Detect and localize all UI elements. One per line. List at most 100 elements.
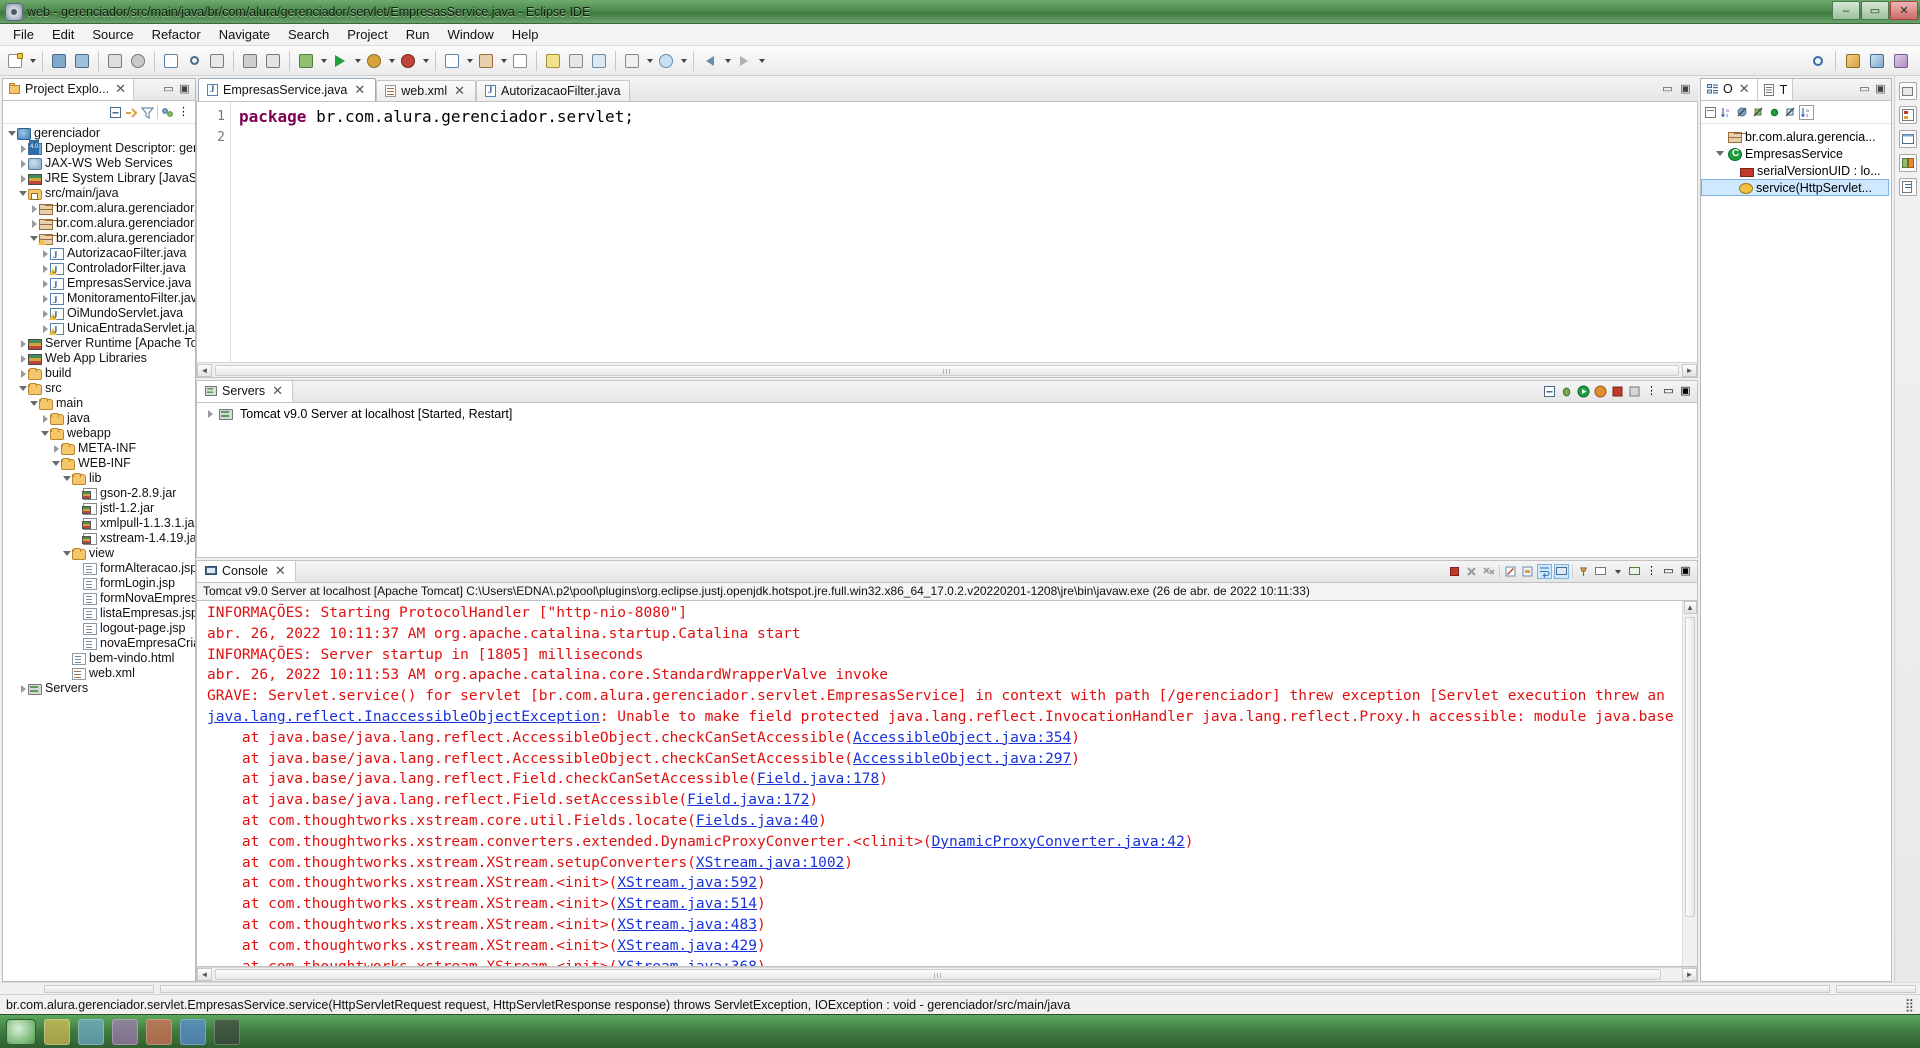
twisty-collapsed-icon[interactable] <box>18 340 28 348</box>
snippets-shortcut-icon[interactable] <box>1898 178 1917 196</box>
twisty-expanded-icon[interactable] <box>18 386 28 391</box>
taskbar-item-terminal[interactable] <box>214 1018 240 1045</box>
tab-project-explorer[interactable]: Project Explo... ✕ <box>3 79 134 100</box>
servers-start-icon[interactable] <box>1577 385 1590 398</box>
tab-task-list[interactable]: T <box>1757 79 1794 100</box>
twisty-collapsed-icon[interactable] <box>205 410 215 418</box>
maximize-icon[interactable]: ▣ <box>178 83 191 96</box>
terminate-icon[interactable] <box>1448 565 1461 578</box>
tree-item[interactable]: META-INF <box>3 441 195 456</box>
right-mini-scroll-thumb[interactable] <box>1836 984 1916 993</box>
twisty-expanded-icon[interactable] <box>1715 151 1725 156</box>
show-console-on-output-icon[interactable] <box>1554 564 1569 579</box>
editor-horizontal-scrollbar[interactable]: ◄ ► <box>197 362 1697 377</box>
open-type-icon[interactable] <box>160 50 182 72</box>
profile-dropdown-icon[interactable] <box>420 50 430 72</box>
menu-help[interactable]: Help <box>503 25 548 44</box>
menu-edit[interactable]: Edit <box>43 25 83 44</box>
twisty-collapsed-icon[interactable] <box>40 280 50 288</box>
build-icon[interactable] <box>127 50 149 72</box>
tree-item[interactable]: view <box>3 546 195 561</box>
search-icon[interactable] <box>183 50 205 72</box>
status-resize-grip-icon[interactable]: ⣿ <box>1905 997 1914 1012</box>
console-close-icon[interactable]: ✕ <box>273 563 288 579</box>
console-view-menu-icon[interactable]: ⋮ <box>1645 565 1658 578</box>
console-stack-link[interactable]: XStream.java:592 <box>617 875 757 891</box>
java-editor[interactable]: 12 package br.com.alura.gerenciador.serv… <box>196 102 1698 378</box>
console-dropdown-icon[interactable] <box>1611 565 1624 578</box>
console-stack-link[interactable]: Field.java:172 <box>687 792 809 808</box>
left-mini-scroll-thumb[interactable] <box>44 984 154 993</box>
tree-item[interactable]: EmpresasService.java <box>3 276 195 293</box>
tree-item[interactable]: novaEmpresaCriada.jsp <box>3 636 195 651</box>
clear-console-icon[interactable] <box>1504 565 1517 578</box>
editor-tab[interactable]: EmpresasService.java ✕ <box>198 78 377 101</box>
debug-icon[interactable] <box>295 50 317 72</box>
twisty-collapsed-icon[interactable] <box>18 160 28 168</box>
twisty-expanded-icon[interactable] <box>7 131 17 136</box>
working-sets-icon[interactable] <box>161 106 174 119</box>
hide-fields-icon[interactable] <box>1736 106 1749 119</box>
servers-publish-icon[interactable] <box>1628 385 1641 398</box>
taskbar-item-eclipse[interactable] <box>112 1018 138 1045</box>
console-stack-link[interactable]: java.lang.reflect.InaccessibleObjectExce… <box>207 709 600 725</box>
toggle-block-selection-icon[interactable] <box>588 50 610 72</box>
twisty-expanded-icon[interactable] <box>51 461 61 466</box>
console-output-area[interactable]: INFORMAÇÕES: Starting ProtocolHandler ["… <box>196 601 1698 967</box>
run-dropdown-icon[interactable] <box>352 50 362 72</box>
console-stack-link[interactable]: AccessibleObject.java:297 <box>853 751 1071 767</box>
tree-item[interactable]: web.xml <box>3 666 195 681</box>
new-icon[interactable] <box>4 50 26 72</box>
center-mini-scroll-thumb[interactable] <box>160 984 1830 993</box>
tree-item[interactable]: lib <box>3 471 195 486</box>
open-task-dropdown-icon[interactable] <box>644 50 654 72</box>
view-menu-filter-icon[interactable] <box>141 106 154 119</box>
activate-task-icon[interactable] <box>655 50 677 72</box>
open-console-icon[interactable] <box>1628 565 1641 578</box>
editor-hscroll-thumb[interactable] <box>215 364 1679 376</box>
forward-icon[interactable] <box>733 50 755 72</box>
console-vertical-scrollbar[interactable]: ▲ <box>1682 601 1697 966</box>
open-perspective-icon[interactable] <box>1842 50 1864 72</box>
servers-minimize-icon[interactable]: ▭ <box>1662 385 1675 398</box>
twisty-expanded-icon[interactable] <box>62 551 72 556</box>
tree-item[interactable]: logout-page.jsp <box>3 621 195 636</box>
console-stack-link[interactable]: XStream.java:514 <box>617 896 757 912</box>
minimize-button[interactable]: – <box>1832 1 1860 20</box>
twisty-collapsed-icon[interactable] <box>51 445 61 453</box>
project-explorer-close-icon[interactable]: ✕ <box>113 81 128 97</box>
new-annotation-icon[interactable] <box>509 50 531 72</box>
tree-item[interactable]: main <box>3 396 195 411</box>
outline-row[interactable]: br.com.alura.gerencia... <box>1701 128 1891 145</box>
java-perspective-icon[interactable] <box>1890 50 1912 72</box>
search-perspective-icon[interactable] <box>1807 50 1829 72</box>
twisty-collapsed-icon[interactable] <box>18 145 28 153</box>
outline-minimize-icon[interactable]: ▭ <box>1858 83 1871 96</box>
scroll-lock-icon[interactable] <box>1521 565 1534 578</box>
tree-item[interactable]: formNovaEmpresa.jsp <box>3 591 195 606</box>
servers-collapse-all-icon[interactable] <box>1543 385 1556 398</box>
new-dropdown-icon[interactable] <box>27 50 37 72</box>
tree-item[interactable]: xmlpull-1.1.3.1.jar <box>3 516 195 531</box>
twisty-expanded-icon[interactable] <box>18 191 28 196</box>
console-stack-link[interactable]: Fields.java:40 <box>696 813 818 829</box>
tree-item[interactable]: Web App Libraries <box>3 351 195 366</box>
collapse-all-icon[interactable] <box>109 106 122 119</box>
hide-static-icon[interactable] <box>1752 106 1765 119</box>
tree-item[interactable]: src/main/java <box>3 186 195 201</box>
link-with-editor-icon[interactable] <box>125 106 138 119</box>
run-icon[interactable] <box>329 50 351 72</box>
twisty-expanded-icon[interactable] <box>62 476 72 481</box>
console-stack-link[interactable]: AccessibleObject.java:354 <box>853 730 1071 746</box>
restore-view-icon[interactable] <box>1898 82 1917 100</box>
twisty-collapsed-icon[interactable] <box>40 295 50 303</box>
new-java-package-dropdown-icon[interactable] <box>498 50 508 72</box>
servers-list[interactable]: Tomcat v9.0 Server at localhost [Started… <box>196 403 1698 558</box>
servers-shortcut-icon[interactable] <box>1898 106 1917 124</box>
profile-icon[interactable] <box>397 50 419 72</box>
tree-item[interactable]: AutorizacaoFilter.java <box>3 246 195 263</box>
scroll-up-arrow-icon[interactable]: ▲ <box>1683 601 1697 614</box>
scroll-right-arrow-icon[interactable]: ► <box>1682 363 1697 377</box>
tree-item[interactable]: br.com.alura.gerenciador.servlet <box>3 231 195 246</box>
tree-item[interactable]: listaEmpresas.jsp <box>3 606 195 621</box>
